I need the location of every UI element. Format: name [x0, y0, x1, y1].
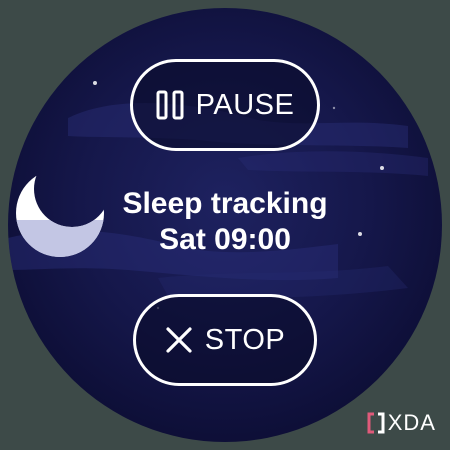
- star: [380, 166, 384, 170]
- star: [332, 106, 336, 110]
- cloud: [238, 151, 428, 176]
- page-title: Sleep tracking: [122, 187, 328, 220]
- screen: PAUSE Sleep tracking Sat 09:00 STOP XDA: [0, 0, 450, 450]
- status-block: Sleep tracking Sat 09:00: [8, 186, 442, 258]
- star: [93, 81, 97, 85]
- watermark-brand: XDA: [387, 410, 436, 435]
- xda-bracket-icon: [367, 412, 385, 434]
- pause-button[interactable]: PAUSE: [130, 59, 320, 151]
- pause-button-label: PAUSE: [195, 88, 295, 121]
- pause-icon: [156, 90, 184, 120]
- stop-button-label: STOP: [204, 323, 286, 356]
- xda-watermark: XDA: [367, 410, 436, 436]
- close-icon: [165, 326, 193, 354]
- stop-button[interactable]: STOP: [133, 294, 317, 386]
- status-time: Sat 09:00: [159, 223, 291, 256]
- watch-face: PAUSE Sleep tracking Sat 09:00 STOP: [8, 8, 442, 442]
